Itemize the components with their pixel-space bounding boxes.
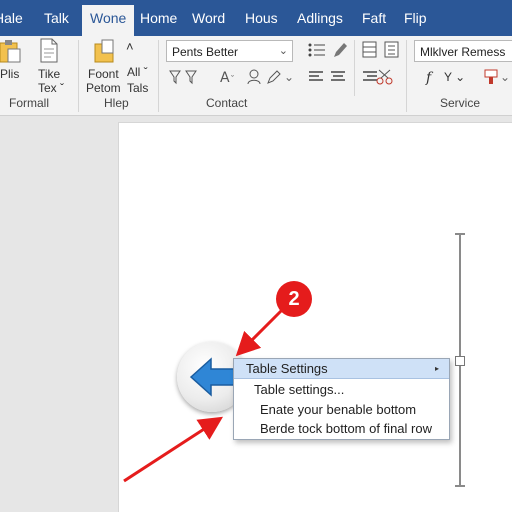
guide-line-cap xyxy=(455,485,465,487)
tab-flip[interactable]: Flip xyxy=(404,8,427,28)
ribbon-separator xyxy=(158,40,159,112)
column-icon[interactable] xyxy=(384,41,400,64)
name-box[interactable]: Mlklver Remess xyxy=(414,40,512,62)
svg-text:f: f xyxy=(425,70,434,85)
text-effects-icon[interactable]: Aˇ xyxy=(218,68,240,91)
tex-label[interactable]: Tex ˇ xyxy=(38,81,64,95)
group-label-formall: Formall xyxy=(9,96,50,110)
tab-faft[interactable]: Faft xyxy=(362,8,386,28)
document-icon[interactable] xyxy=(38,38,60,69)
ribbon-separator xyxy=(78,40,79,112)
svg-text:A: A xyxy=(220,70,230,86)
plis-label[interactable]: Plis xyxy=(0,67,19,81)
tals-label[interactable]: Tals xyxy=(127,81,148,95)
filter-icon[interactable] xyxy=(169,69,199,90)
resize-handle[interactable] xyxy=(455,356,465,366)
ribbon-separator xyxy=(406,40,407,112)
menu-item-label: Berde tock bottom of final row xyxy=(260,421,432,436)
ribbon: Plis Tike Tex ˇ Formall Foont Petom ˄ Al… xyxy=(0,36,512,116)
more-options-icon[interactable]: ⌄ xyxy=(284,70,294,84)
guide-line-cap xyxy=(455,233,465,235)
menu-item-label: Table Settings xyxy=(246,361,328,376)
menu-item-label: Table settings... xyxy=(254,382,345,397)
align-center-icon[interactable] xyxy=(330,70,346,88)
folder-document-icon[interactable] xyxy=(93,38,117,69)
font-label[interactable]: Foont xyxy=(88,67,119,81)
function-icon[interactable]: f xyxy=(424,69,436,90)
group-label-service: Service xyxy=(440,96,481,110)
person-icon[interactable] xyxy=(246,69,262,90)
format-paint-icon[interactable] xyxy=(482,68,500,91)
svg-text:ˇ: ˇ xyxy=(231,74,234,84)
submenu-arrow-icon: ▸ xyxy=(434,364,439,373)
chevron-up-icon[interactable]: ˄ xyxy=(126,40,134,54)
chevron-down-icon[interactable]: Y ⌄ xyxy=(444,70,465,84)
ribbon-tab-bar: Hale Talk Wone Home Word Hous Adlings Fa… xyxy=(0,0,512,36)
font-name-value: Pents Better xyxy=(172,45,239,59)
tab-adlings[interactable]: Adlings xyxy=(297,8,343,28)
font-name-dropdown[interactable]: Pents Better ⌄ xyxy=(166,40,293,62)
context-menu: Table Settings ▸ Table settings... Enate… xyxy=(233,358,450,440)
pen-icon[interactable] xyxy=(332,41,348,64)
more-options-icon[interactable]: ⌄ xyxy=(500,70,510,84)
table-icon[interactable] xyxy=(362,41,378,64)
name-box-value: Mlklver Remess xyxy=(420,45,506,59)
edit-icon[interactable] xyxy=(266,69,282,90)
scissors-icon[interactable] xyxy=(376,69,394,90)
tike-label[interactable]: Tike xyxy=(38,67,60,81)
menu-item-lock-bottom-row[interactable]: Berde tock bottom of final row xyxy=(234,419,449,439)
step-number-badge: 2 xyxy=(276,281,312,317)
tab-word[interactable]: Word xyxy=(192,8,225,28)
ribbon-separator xyxy=(354,40,355,96)
bullet-list-icon[interactable] xyxy=(308,43,326,62)
menu-item-table-settings-dialog[interactable]: Table settings... xyxy=(234,380,449,400)
clipboard-icon[interactable] xyxy=(0,38,22,69)
tab-wone[interactable]: Wone xyxy=(82,5,135,36)
menu-item-label: Enate your benable bottom xyxy=(260,402,417,417)
align-left-icon[interactable] xyxy=(308,70,324,88)
tab-hous[interactable]: Hous xyxy=(245,8,278,28)
tab-talk[interactable]: Talk xyxy=(44,8,69,28)
all-dropdown[interactable]: All ˇ xyxy=(127,65,148,79)
document-page[interactable] xyxy=(118,122,512,512)
tab-hale[interactable]: Hale xyxy=(0,8,23,28)
petom-label[interactable]: Petom xyxy=(86,81,121,95)
group-label-contact: Contact xyxy=(206,96,248,110)
menu-item-table-settings[interactable]: Table Settings ▸ xyxy=(234,359,449,379)
chevron-down-icon: ⌄ xyxy=(278,45,288,57)
group-label-hlep: Hlep xyxy=(104,96,129,110)
tab-home[interactable]: Home xyxy=(140,8,177,28)
menu-item-enable-bottom[interactable]: Enate your benable bottom xyxy=(234,400,449,420)
